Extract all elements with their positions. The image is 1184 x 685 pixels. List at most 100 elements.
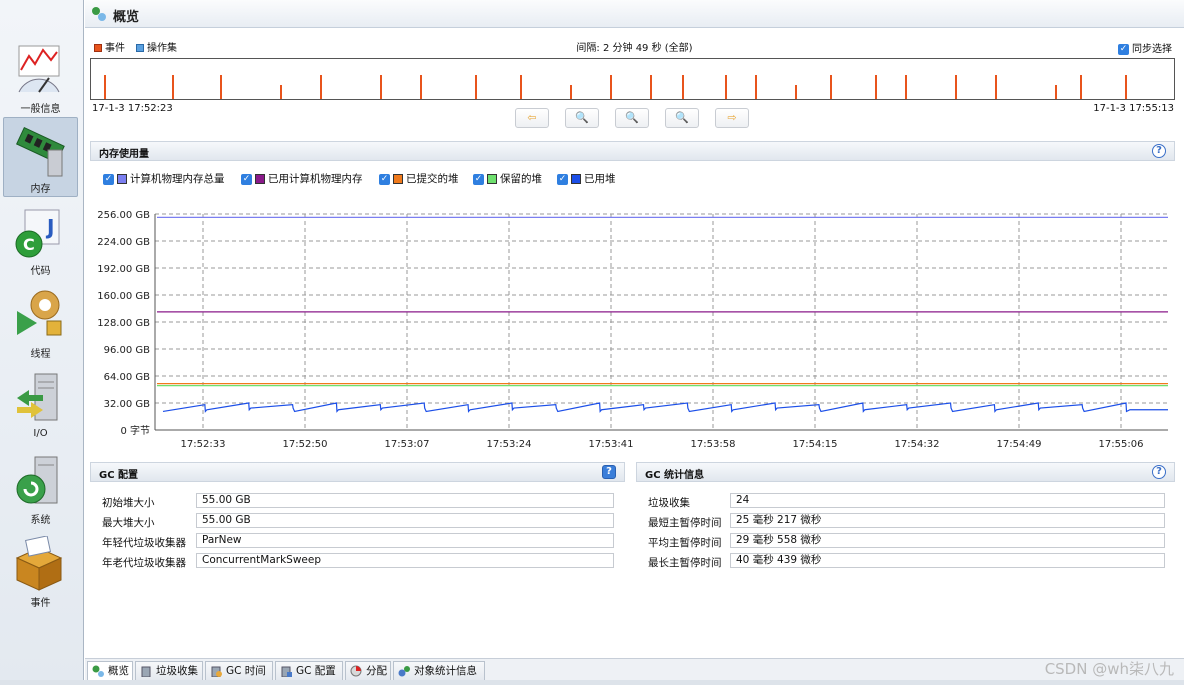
kv-value[interactable]: 40 毫秒 439 微秒 (730, 553, 1165, 568)
y-tick-label: 0 字节 (120, 424, 150, 437)
timeline-event-mark (172, 75, 174, 99)
trash-icon (141, 666, 151, 677)
help-icon[interactable]: ? (1152, 144, 1166, 158)
sidebar-item-code[interactable]: J C 代码 (3, 200, 78, 280)
tab-label: 分配 (366, 665, 387, 677)
svg-text:C: C (23, 235, 35, 254)
tab-object-statistics[interactable]: 对象统计信息 (393, 661, 485, 681)
gc-time-icon (211, 666, 222, 677)
main-panel: 概览 事件 操作集 间隔: 2 分钟 49 秒 (全部) ✓ 同步选择 17-1-… (85, 0, 1184, 685)
legend-item-used-heap[interactable]: ✓ 已用堆 (557, 171, 616, 186)
memory-usage-chart[interactable]: 256.00 GB 224.00 GB 192.00 GB 160.00 GB 128.… (85, 188, 1184, 456)
timeline-event-mark (955, 75, 957, 99)
checkbox-checked-icon: ✓ (473, 173, 484, 185)
y-tick-label: 256.00 GB (97, 210, 150, 221)
back-button[interactable]: ⇦ (515, 108, 549, 128)
timeline-event-mark (1125, 75, 1127, 99)
sidebar-item-threads[interactable]: 线程 (3, 283, 78, 363)
sidebar-item-memory[interactable]: 内存 (3, 117, 78, 197)
y-tick-label: 96.00 GB (104, 345, 151, 356)
page-title: 概览 (113, 10, 140, 25)
tab-overview[interactable]: 概览 (87, 661, 133, 681)
checkbox-checked-icon: ✓ (1118, 43, 1129, 55)
zoom-all-button[interactable]: 🔍 (665, 108, 699, 128)
sync-selection-checkbox[interactable]: ✓ 同步选择 (1118, 40, 1172, 55)
x-tick-label: 17:54:49 (997, 439, 1042, 450)
y-tick-label: 64.00 GB (104, 372, 151, 383)
zoom-in-button[interactable]: 🔍 (615, 108, 649, 128)
gc-config-panel-header: GC 配置 ? (90, 462, 625, 482)
arrow-right-icon: ⇨ (727, 111, 737, 124)
gc-stats-row: 平均主暂停时间 29 毫秒 558 微秒 (648, 533, 1168, 550)
sidebar-item-events[interactable]: 事件 (3, 532, 78, 612)
tab-label: GC 时间 (226, 665, 266, 677)
timeline-event-mark (795, 85, 797, 99)
bottom-border (0, 680, 1184, 685)
kv-label: 最大堆大小 (102, 517, 155, 529)
tab-garbage-collection[interactable]: 垃圾收集 (135, 661, 203, 681)
series-line-used-heap (162, 402, 1168, 413)
y-tick-label: 160.00 GB (97, 291, 150, 302)
gc-config-icon (281, 666, 292, 677)
sidebar-item-io[interactable]: I/O (3, 366, 78, 446)
x-tick-label: 17:53:58 (691, 439, 736, 450)
kv-label: 最长主暂停时间 (648, 557, 722, 569)
legend-label: 计算机物理内存总量 (130, 173, 225, 185)
kv-value[interactable]: ParNew (196, 533, 614, 548)
zoom-out-button[interactable]: 🔍 (565, 108, 599, 128)
timeline-event-mark (475, 75, 477, 99)
timeline-header: 事件 操作集 间隔: 2 分钟 49 秒 (全部) ✓ 同步选择 (85, 36, 1184, 55)
legend-item-physical-total[interactable]: ✓ 计算机物理内存总量 (103, 171, 225, 186)
timeline-event-mark (570, 85, 572, 99)
gc-stats-row: 垃圾收集 24 (648, 493, 1168, 510)
legend-label: 保留的堆 (500, 173, 542, 185)
x-tick-label: 17:54:32 (895, 439, 940, 450)
kv-value[interactable]: 55.00 GB (196, 513, 614, 528)
help-icon[interactable]: ? (602, 465, 616, 479)
x-tick-label: 17:54:15 (793, 439, 838, 450)
legend-item-reserved-heap[interactable]: ✓ 保留的堆 (473, 171, 542, 186)
y-tick-label: 128.00 GB (97, 318, 150, 329)
gc-stats-row: 最长主暂停时间 40 毫秒 439 微秒 (648, 553, 1168, 570)
timeline-event-mark (220, 75, 222, 99)
kv-value[interactable]: 24 (730, 493, 1165, 508)
kv-value[interactable]: 29 毫秒 558 微秒 (730, 533, 1165, 548)
tab-label: 垃圾收集 (156, 665, 198, 677)
kv-value[interactable]: 25 毫秒 217 微秒 (730, 513, 1165, 528)
gc-config-row: 最大堆大小 55.00 GB (102, 513, 622, 530)
checkbox-checked-icon: ✓ (379, 173, 390, 185)
sidebar-item-system[interactable]: 系统 (3, 449, 78, 529)
sidebar-item-label: 线程 (30, 349, 51, 360)
gc-config-row: 年轻代垃圾收集器 ParNew (102, 533, 622, 550)
timeline-event-mark (520, 75, 522, 99)
kv-value[interactable]: 55.00 GB (196, 493, 614, 508)
tab-gc-time[interactable]: GC 时间 (205, 661, 273, 681)
help-icon[interactable]: ? (1152, 465, 1166, 479)
event-timeline[interactable] (90, 58, 1177, 100)
zoom-out-icon: 🔍 (575, 111, 589, 124)
gc-config-title: GC 配置 (99, 470, 139, 481)
sidebar-item-label: 系统 (30, 515, 51, 526)
sidebar-item-general[interactable]: 一般信息 (3, 38, 78, 118)
zoom-in-icon: 🔍 (625, 111, 639, 124)
x-tick-label: 17:53:41 (589, 439, 634, 450)
kv-label: 最短主暂停时间 (648, 517, 722, 529)
watermark: CSDN @wh柒八九 (1044, 660, 1174, 678)
kv-value[interactable]: ConcurrentMarkSweep (196, 553, 614, 568)
timeline-event-mark (1055, 85, 1057, 99)
timeline-event-mark (830, 75, 832, 99)
timeline-event-mark (104, 75, 106, 99)
tab-allocation[interactable]: 分配 (345, 661, 391, 681)
timeline-event-mark (280, 85, 282, 99)
x-tick-label: 17:52:50 (283, 439, 328, 450)
legend-swatch-reserved-heap (487, 174, 497, 184)
legend-item-committed-heap[interactable]: ✓ 已提交的堆 (379, 171, 459, 186)
tab-gc-config[interactable]: GC 配置 (275, 661, 343, 681)
x-tick-label: 17:53:24 (487, 439, 532, 450)
forward-button[interactable]: ⇨ (715, 108, 749, 128)
kv-label: 平均主暂停时间 (648, 537, 722, 549)
gc-stats-panel-header: GC 统计信息 ? (636, 462, 1175, 482)
legend-item-physical-used[interactable]: ✓ 已用计算机物理内存 (241, 171, 363, 186)
kv-label: 初始堆大小 (102, 497, 155, 509)
svg-text:J: J (45, 215, 54, 239)
